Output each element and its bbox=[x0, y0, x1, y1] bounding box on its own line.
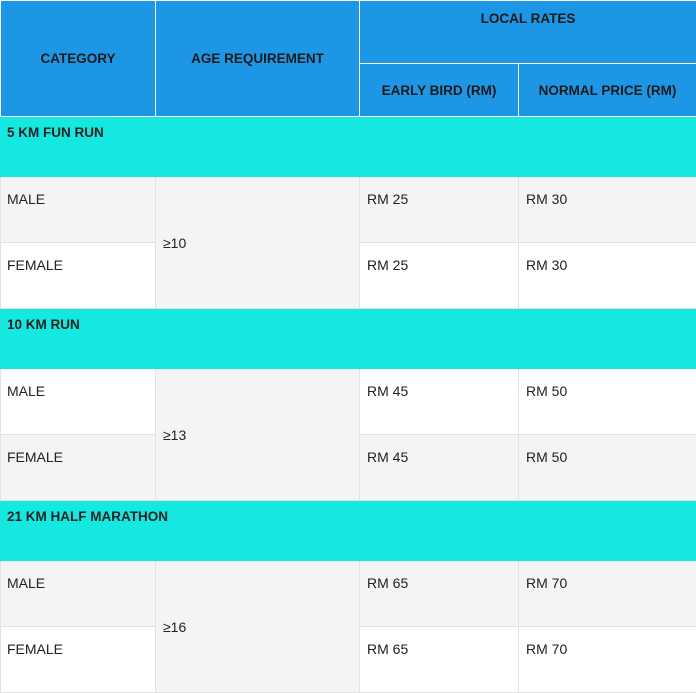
category-cell: FEMALE bbox=[1, 627, 156, 693]
normal-price-cell: RM 50 bbox=[519, 369, 696, 435]
normal-price-header: NORMAL PRICE (RM) bbox=[519, 64, 696, 117]
early-bird-cell: RM 65 bbox=[360, 627, 519, 693]
early-bird-cell: RM 25 bbox=[360, 243, 519, 309]
category-cell: MALE bbox=[1, 177, 156, 243]
normal-price-cell: RM 70 bbox=[519, 627, 696, 693]
normal-price-cell: RM 70 bbox=[519, 561, 696, 627]
category-cell: MALE bbox=[1, 369, 156, 435]
normal-price-cell: RM 30 bbox=[519, 177, 696, 243]
age-cell: ≥13 bbox=[156, 369, 360, 501]
normal-price-cell: RM 50 bbox=[519, 435, 696, 501]
early-bird-cell: RM 45 bbox=[360, 369, 519, 435]
section-row: 21 KM HALF MARATHON bbox=[1, 501, 696, 561]
age-cell: ≥16 bbox=[156, 561, 360, 693]
normal-price-cell: RM 30 bbox=[519, 243, 696, 309]
local-rates-header: LOCAL RATES bbox=[360, 1, 696, 64]
category-cell: FEMALE bbox=[1, 435, 156, 501]
section-row: 5 KM FUN RUN bbox=[1, 117, 696, 177]
age-cell: ≥10 bbox=[156, 177, 360, 309]
category-cell: FEMALE bbox=[1, 243, 156, 309]
section-title: 21 KM HALF MARATHON bbox=[1, 501, 696, 561]
section-title: 5 KM FUN RUN bbox=[1, 117, 696, 177]
rates-table: CATEGORY AGE REQUIREMENT LOCAL RATES EAR… bbox=[0, 0, 696, 693]
section-title: 10 KM RUN bbox=[1, 309, 696, 369]
early-bird-cell: RM 65 bbox=[360, 561, 519, 627]
section-row: 10 KM RUN bbox=[1, 309, 696, 369]
category-header: CATEGORY bbox=[1, 1, 156, 117]
early-bird-header: EARLY BIRD (RM) bbox=[360, 64, 519, 117]
early-bird-cell: RM 45 bbox=[360, 435, 519, 501]
table-row: MALE ≥10 RM 25 RM 30 bbox=[1, 177, 696, 243]
table-row: MALE ≥16 RM 65 RM 70 bbox=[1, 561, 696, 627]
category-cell: MALE bbox=[1, 561, 156, 627]
early-bird-cell: RM 25 bbox=[360, 177, 519, 243]
header-row: CATEGORY AGE REQUIREMENT LOCAL RATES bbox=[1, 1, 696, 64]
age-requirement-header: AGE REQUIREMENT bbox=[156, 1, 360, 117]
table-row: MALE ≥13 RM 45 RM 50 bbox=[1, 369, 696, 435]
